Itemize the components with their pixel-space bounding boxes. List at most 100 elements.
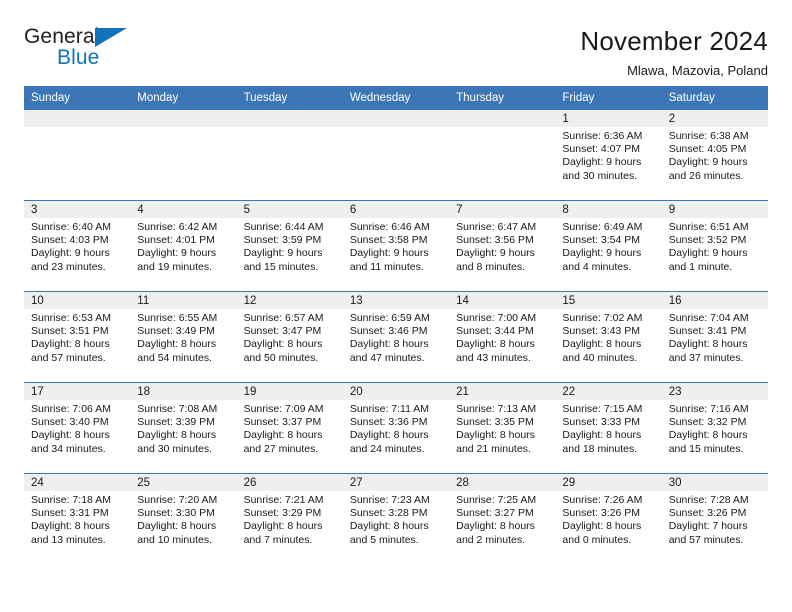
calendar-day-cell[interactable]: 16 Sunrise: 7:04 AM Sunset: 3:41 PM Dayligh…	[661, 291, 768, 383]
sunrise-text: Sunrise: 7:13 AM	[456, 403, 537, 415]
weekday-header-tuesday: Tuesday	[236, 86, 343, 110]
calendar-day-cell[interactable]: 10 Sunrise: 6:53 AM Sunset: 3:51 PM Dayligh…	[24, 291, 131, 383]
calendar-day-cell[interactable]: 1 Sunrise: 6:36 AM Sunset: 4:07 PM Daylight…	[555, 110, 662, 201]
calendar-day-cell[interactable]: 19 Sunrise: 7:09 AM Sunset: 3:37 PM Dayligh…	[236, 382, 343, 474]
day-number: 21	[449, 383, 556, 400]
sunset-text: Sunset: 3:29 PM	[243, 507, 322, 520]
calendar-day-cell[interactable]: 7 Sunrise: 6:47 AM Sunset: 3:56 PM Daylight…	[449, 200, 556, 292]
daylight-text: Daylight: 8 hours and 0 minutes.	[562, 520, 642, 546]
sunset-text: Sunset: 3:51 PM	[31, 325, 109, 338]
calendar-day-cell[interactable]: 22 Sunrise: 7:15 AM Sunset: 3:33 PM Dayligh…	[555, 382, 662, 474]
daylight-text: Daylight: 8 hours and 15 minutes.	[668, 429, 748, 455]
daylight-text: Daylight: 8 hours and 54 minutes.	[137, 338, 217, 364]
calendar-day-cell[interactable]: 11 Sunrise: 6:55 AM Sunset: 3:49 PM Dayligh…	[130, 291, 237, 383]
calendar-day-cell[interactable]: 6 Sunrise: 6:46 AM Sunset: 3:58 PM Daylight…	[342, 200, 450, 292]
daylight-text: Daylight: 8 hours and 57 minutes.	[31, 338, 110, 364]
daylight-text: Daylight: 8 hours and 13 minutes.	[31, 520, 110, 546]
calendar-week-row: 3 Sunrise: 6:40 AM Sunset: 4:03 PM Daylight…	[24, 200, 768, 292]
day-number: 30	[661, 474, 768, 491]
calendar-day-cell[interactable]: 14 Sunrise: 7:00 AM Sunset: 3:44 PM Dayligh…	[449, 291, 556, 383]
day-number: 9	[661, 201, 768, 218]
day-sun-info: Sunrise: 7:25 AM Sunset: 3:27 PM Daylight:…	[449, 491, 555, 547]
weekday-header-sunday: Sunday	[24, 86, 131, 110]
calendar-day-cell[interactable]: 17 Sunrise: 7:06 AM Sunset: 3:40 PM Dayligh…	[24, 382, 131, 474]
sunset-text: Sunset: 3:56 PM	[456, 234, 534, 247]
calendar-day-cell[interactable]: 23 Sunrise: 7:16 AM Sunset: 3:32 PM Dayligh…	[661, 382, 768, 474]
sunset-text: Sunset: 4:07 PM	[562, 143, 641, 156]
daylight-text: Daylight: 8 hours and 40 minutes.	[562, 338, 642, 364]
day-number	[24, 110, 131, 127]
sunrise-text: Sunrise: 6:42 AM	[137, 221, 218, 233]
sunset-text: Sunset: 3:39 PM	[137, 416, 215, 429]
day-sun-info: Sunrise: 7:00 AM Sunset: 3:44 PM Daylight:…	[449, 309, 555, 365]
day-sun-info: Sunrise: 6:40 AM Sunset: 4:03 PM Daylight:…	[24, 218, 130, 274]
calendar-day-cell[interactable]: 15 Sunrise: 7:02 AM Sunset: 3:43 PM Dayligh…	[555, 291, 662, 383]
calendar-day-cell[interactable]: 12 Sunrise: 6:57 AM Sunset: 3:47 PM Dayligh…	[236, 291, 343, 383]
sunset-text: Sunset: 4:03 PM	[31, 234, 109, 247]
day-sun-info: Sunrise: 7:02 AM Sunset: 3:43 PM Daylight:…	[555, 309, 661, 365]
day-sun-info: Sunrise: 7:21 AM Sunset: 3:29 PM Daylight:…	[237, 491, 343, 547]
sunrise-text: Sunrise: 7:16 AM	[668, 403, 749, 415]
day-sun-info: Sunrise: 6:59 AM Sunset: 3:46 PM Daylight:…	[343, 309, 449, 365]
daylight-text: Daylight: 9 hours and 1 minute.	[668, 247, 748, 273]
sunrise-text: Sunrise: 7:06 AM	[31, 403, 111, 415]
day-sun-info: Sunrise: 6:57 AM Sunset: 3:47 PM Daylight:…	[237, 309, 343, 365]
daylight-text: Daylight: 8 hours and 27 minutes.	[243, 429, 323, 455]
calendar-day-cell-empty	[449, 110, 556, 201]
day-number: 16	[661, 292, 768, 309]
sunset-text: Sunset: 3:26 PM	[562, 507, 641, 520]
day-sun-info: Sunrise: 6:47 AM Sunset: 3:56 PM Daylight:…	[449, 218, 555, 274]
sunset-text: Sunset: 4:01 PM	[137, 234, 215, 247]
day-number: 8	[555, 201, 662, 218]
sunrise-text: Sunrise: 7:08 AM	[137, 403, 218, 415]
calendar-day-cell[interactable]: 3 Sunrise: 6:40 AM Sunset: 4:03 PM Daylight…	[24, 200, 131, 292]
day-sun-info: Sunrise: 7:09 AM Sunset: 3:37 PM Daylight:…	[237, 400, 343, 456]
calendar-day-cell[interactable]: 4 Sunrise: 6:42 AM Sunset: 4:01 PM Daylight…	[130, 200, 237, 292]
sunset-text: Sunset: 3:44 PM	[456, 325, 534, 338]
daylight-text: Daylight: 9 hours and 26 minutes.	[668, 156, 748, 182]
day-sun-info: Sunrise: 7:11 AM Sunset: 3:36 PM Daylight:…	[343, 400, 449, 456]
day-number: 4	[130, 201, 237, 218]
day-sun-info: Sunrise: 7:28 AM Sunset: 3:26 PM Daylight:…	[662, 491, 768, 547]
day-number: 29	[555, 474, 662, 491]
calendar-day-cell[interactable]: 29 Sunrise: 7:26 AM Sunset: 3:26 PM Dayligh…	[555, 473, 662, 564]
sunset-text: Sunset: 3:31 PM	[31, 507, 109, 520]
sunset-text: Sunset: 3:58 PM	[349, 234, 428, 247]
day-number: 24	[24, 474, 131, 491]
daylight-text: Daylight: 8 hours and 7 minutes.	[243, 520, 323, 546]
day-sun-info: Sunrise: 6:38 AM Sunset: 4:05 PM Daylight:…	[662, 127, 768, 183]
day-number: 18	[130, 383, 237, 400]
calendar-day-cell[interactable]: 5 Sunrise: 6:44 AM Sunset: 3:59 PM Daylight…	[236, 200, 343, 292]
day-number: 1	[555, 110, 662, 127]
daylight-text: Daylight: 8 hours and 18 minutes.	[562, 429, 642, 455]
day-sun-info: Sunrise: 6:44 AM Sunset: 3:59 PM Daylight:…	[237, 218, 343, 274]
calendar-header-row: Sunday Monday Tuesday Wednesday Thursday…	[24, 86, 768, 110]
calendar-day-cell[interactable]: 26 Sunrise: 7:21 AM Sunset: 3:29 PM Dayligh…	[236, 473, 343, 564]
calendar-week-row: 10 Sunrise: 6:53 AM Sunset: 3:51 PM Dayligh…	[24, 291, 768, 383]
calendar-day-cell[interactable]: 9 Sunrise: 6:51 AM Sunset: 3:52 PM Daylight…	[661, 200, 768, 292]
calendar-day-cell[interactable]: 18 Sunrise: 7:08 AM Sunset: 3:39 PM Dayligh…	[130, 382, 237, 474]
day-number: 15	[555, 292, 662, 309]
sunrise-text: Sunrise: 6:49 AM	[562, 221, 643, 233]
general-blue-logo[interactable]: General Blue	[24, 26, 164, 74]
calendar-day-cell[interactable]: 20 Sunrise: 7:11 AM Sunset: 3:36 PM Dayligh…	[342, 382, 450, 474]
daylight-text: Daylight: 9 hours and 15 minutes.	[243, 247, 323, 273]
day-sun-info: Sunrise: 7:08 AM Sunset: 3:39 PM Daylight:…	[130, 400, 236, 456]
calendar-day-cell[interactable]: 27 Sunrise: 7:23 AM Sunset: 3:28 PM Dayligh…	[342, 473, 450, 564]
calendar-day-cell[interactable]: 8 Sunrise: 6:49 AM Sunset: 3:54 PM Daylight…	[555, 200, 662, 292]
calendar-day-cell[interactable]: 24 Sunrise: 7:18 AM Sunset: 3:31 PM Dayligh…	[24, 473, 131, 564]
daylight-text: Daylight: 8 hours and 37 minutes.	[668, 338, 748, 364]
calendar-day-cell[interactable]: 21 Sunrise: 7:13 AM Sunset: 3:35 PM Dayligh…	[449, 382, 556, 474]
calendar-day-cell[interactable]: 2 Sunrise: 6:38 AM Sunset: 4:05 PM Daylight…	[661, 110, 768, 201]
sunset-text: Sunset: 3:27 PM	[456, 507, 534, 520]
daylight-text: Daylight: 8 hours and 43 minutes.	[456, 338, 535, 364]
calendar-day-cell[interactable]: 28 Sunrise: 7:25 AM Sunset: 3:27 PM Dayligh…	[449, 473, 556, 564]
daylight-text: Daylight: 9 hours and 30 minutes.	[562, 156, 642, 182]
calendar-day-cell[interactable]: 25 Sunrise: 7:20 AM Sunset: 3:30 PM Dayligh…	[130, 473, 237, 564]
sunset-text: Sunset: 3:30 PM	[137, 507, 215, 520]
sunset-text: Sunset: 3:47 PM	[243, 325, 322, 338]
sunrise-text: Sunrise: 7:00 AM	[456, 312, 537, 324]
calendar-day-cell[interactable]: 13 Sunrise: 6:59 AM Sunset: 3:46 PM Dayligh…	[342, 291, 450, 383]
calendar-day-cell[interactable]: 30 Sunrise: 7:28 AM Sunset: 3:26 PM Dayligh…	[661, 473, 768, 564]
day-sun-info: Sunrise: 7:18 AM Sunset: 3:31 PM Daylight:…	[24, 491, 130, 547]
